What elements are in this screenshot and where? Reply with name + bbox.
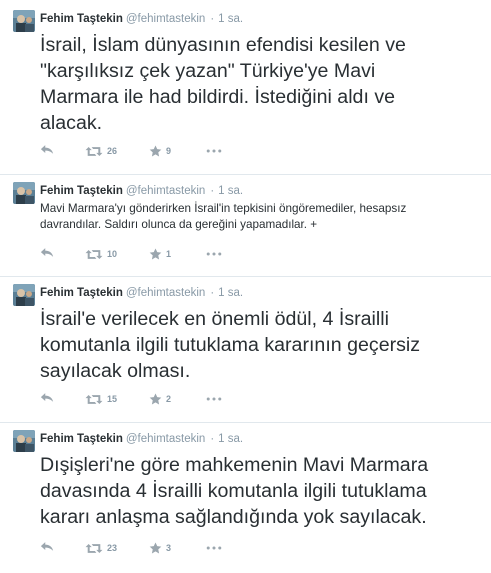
retweet-count: 23 (107, 543, 118, 553)
star-icon (149, 145, 162, 157)
tweet-header: Fehim Taştekin @fehimtastekin · 1 sa. (40, 286, 243, 300)
separator: · (210, 13, 215, 25)
author-name[interactable]: Fehim Taştekin (40, 185, 123, 197)
reply-button[interactable] (40, 144, 54, 155)
star-icon (149, 248, 162, 260)
retweet-button[interactable]: 10 (85, 247, 117, 261)
tweet[interactable]: Fehim Taştekin @fehimtastekin · 1 sa. İsrai… (0, 276, 491, 409)
favorite-button[interactable]: 3 (149, 541, 171, 555)
more-button[interactable] (206, 247, 222, 256)
reply-button[interactable] (40, 392, 54, 403)
author-handle[interactable]: @fehimtastekin (126, 185, 205, 197)
retweet-button[interactable]: 26 (85, 144, 117, 158)
reply-icon (40, 144, 54, 155)
avatar[interactable] (13, 284, 35, 306)
retweet-count: 26 (107, 146, 118, 156)
author-handle[interactable]: @fehimtastekin (126, 13, 205, 25)
author-handle[interactable]: @fehimtastekin (126, 433, 205, 445)
retweet-button[interactable]: 23 (85, 541, 117, 555)
favorite-button[interactable]: 9 (149, 144, 171, 158)
separator: · (210, 433, 215, 445)
retweet-icon (85, 394, 103, 405)
tweet-header: Fehim Taştekin @fehimtastekin · 1 sa. (40, 184, 243, 198)
tweet-header: Fehim Taştekin @fehimtastekin · 1 sa. (40, 432, 243, 446)
reply-icon (40, 541, 54, 552)
retweet-icon (85, 249, 103, 260)
retweet-count: 15 (107, 394, 118, 404)
separator: · (210, 287, 215, 299)
tweet-actions: 26 9 (40, 144, 240, 158)
favorite-count: 3 (166, 543, 172, 553)
tweet-actions: 15 2 (40, 392, 240, 406)
star-icon (149, 542, 162, 554)
retweet-icon (85, 543, 103, 554)
more-button[interactable] (206, 144, 222, 153)
favorite-count: 1 (166, 249, 172, 259)
reply-button[interactable] (40, 541, 54, 552)
favorite-button[interactable]: 1 (149, 247, 171, 261)
reply-icon (40, 247, 54, 258)
retweet-button[interactable]: 15 (85, 392, 117, 406)
tweet-actions: 23 3 (40, 541, 240, 555)
reply-icon (40, 392, 54, 403)
timestamp[interactable]: 1 sa. (218, 13, 243, 25)
favorite-count: 2 (166, 394, 172, 404)
author-name[interactable]: Fehim Taştekin (40, 287, 123, 299)
timestamp[interactable]: 1 sa. (218, 185, 243, 197)
tweet-text: İsrail'e verilecek en önemli ödül, 4 İsr… (40, 308, 421, 382)
author-name[interactable]: Fehim Taştekin (40, 433, 123, 445)
tweet-text: Mavi Marmara'yı gönderirken İsrail'in te… (40, 202, 407, 231)
separator: · (210, 185, 215, 197)
author-name[interactable]: Fehim Taştekin (40, 13, 123, 25)
reply-button[interactable] (40, 247, 54, 258)
more-icon (206, 397, 222, 401)
author-handle[interactable]: @fehimtastekin (126, 287, 205, 299)
tweet[interactable]: Fehim Taştekin @fehimtastekin · 1 sa. Mavi … (0, 174, 491, 262)
star-icon (149, 393, 162, 405)
more-icon (206, 149, 222, 153)
avatar[interactable] (13, 430, 35, 452)
tweet-header: Fehim Taştekin @fehimtastekin · 1 sa. (40, 12, 243, 26)
more-button[interactable] (206, 392, 222, 401)
timestamp[interactable]: 1 sa. (218, 433, 243, 445)
tweet-actions: 10 1 (40, 247, 240, 261)
avatar[interactable] (13, 182, 35, 204)
more-button[interactable] (206, 541, 222, 550)
avatar[interactable] (13, 10, 35, 32)
more-icon (206, 252, 222, 256)
retweet-count: 10 (107, 249, 118, 259)
tweet[interactable]: Fehim Taştekin @fehimtastekin · 1 sa. Dışiş… (0, 422, 491, 565)
favorite-count: 9 (166, 146, 172, 156)
more-icon (206, 546, 222, 550)
tweet[interactable]: Fehim Taştekin @fehimtastekin · 1 sa. İsrai… (0, 10, 491, 160)
retweet-icon (85, 146, 103, 157)
timestamp[interactable]: 1 sa. (218, 287, 243, 299)
favorite-button[interactable]: 2 (149, 392, 171, 406)
tweet-text: İsrail, İslam dünyasının efendisi kesile… (40, 34, 406, 134)
tweet-text: Dışişleri'ne göre mahkemenin Mavi Marmar… (40, 454, 429, 528)
